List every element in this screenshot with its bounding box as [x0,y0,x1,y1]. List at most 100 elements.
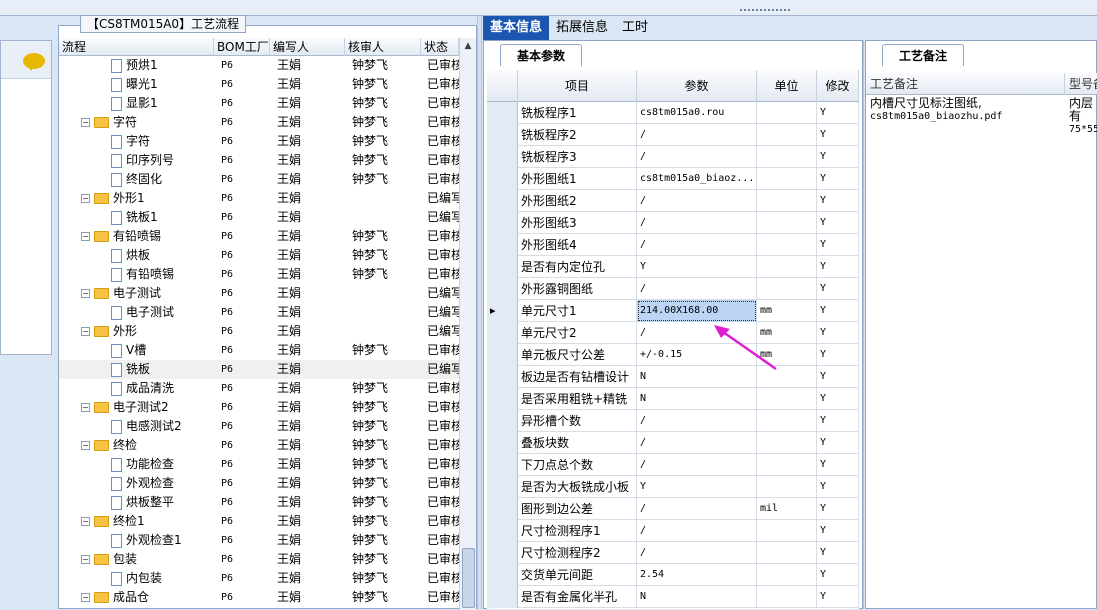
cell-modify[interactable]: Y [817,300,859,322]
tree-node[interactable]: − 外形 [81,322,137,341]
param-row[interactable]: 是否有金属化半孔 N Y [487,586,859,608]
col-header-item[interactable]: 项目 [518,70,637,102]
tree-node[interactable]: − 终检 [81,436,137,455]
cell-unit[interactable] [757,234,817,256]
tree-node[interactable]: 烘板整平 [111,493,174,512]
collapse-icon[interactable]: − [81,517,90,526]
param-row[interactable]: 尺寸检测程序1/ Y [487,520,859,542]
row-indicator[interactable] [487,454,518,476]
tree-node[interactable]: − 字符 [81,113,137,132]
row-indicator[interactable] [487,388,518,410]
row-indicator[interactable] [487,586,518,608]
tree-row[interactable]: 烘板 P6 王娟 钟梦飞 已审核 [59,246,459,265]
scroll-up-icon[interactable]: ▲ [460,38,476,54]
tree-node[interactable]: − 终检1 [81,512,145,531]
cell-modify[interactable]: Y [817,256,859,278]
row-indicator[interactable] [487,234,518,256]
cell-unit[interactable] [757,410,817,432]
cell-param[interactable]: / [637,124,757,146]
tree-node[interactable]: 外观检查 [111,474,174,493]
tree-node[interactable]: − 包装 [81,550,137,569]
collapse-icon[interactable]: − [81,593,90,602]
cell-modify[interactable]: Y [817,476,859,498]
tree-row[interactable]: 电感测试2 P6 王娟 钟梦飞 已审核 [59,417,459,436]
cell-unit[interactable]: mm [757,344,817,366]
col-header-model-note[interactable]: 型号备 [1065,73,1097,95]
tree-node[interactable]: 终固化 [111,170,162,189]
tree-row[interactable]: − 有铅喷锡 P6 王娟 钟梦飞 已审核 [59,227,459,246]
tree-row[interactable]: 铣板 P6 王娟 已编写 [59,360,459,379]
row-indicator[interactable] [487,432,518,454]
tree-node[interactable]: − 电子测试2 [81,398,169,417]
param-row[interactable]: 下刀点总个数 / Y [487,454,859,476]
tree-node[interactable]: V槽 [111,341,146,360]
cell-param[interactable]: / [637,278,757,300]
col-header-status[interactable]: 状态 [421,38,459,56]
tree-row[interactable]: 显影1 P6 王娟 钟梦飞 已审核 [59,94,459,113]
cell-unit[interactable] [757,432,817,454]
cell-unit[interactable] [757,366,817,388]
row-indicator[interactable] [487,256,518,278]
cell-param[interactable]: / [637,234,757,256]
cell-modify[interactable]: Y [817,102,859,124]
tree-scrollbar[interactable]: ▲ [459,38,476,610]
tab-extended-info[interactable]: 拓展信息 [549,16,615,40]
cell-modify[interactable]: Y [817,168,859,190]
param-row[interactable]: 异形槽个数 / Y [487,410,859,432]
cell-unit[interactable]: mm [757,322,817,344]
process-note-cell[interactable]: 内槽尺寸见标注图纸, cs8tm015a0_biaozhu.pdf [870,97,1064,123]
row-indicator[interactable] [487,520,518,542]
cell-unit[interactable] [757,586,817,608]
cell-param[interactable]: / [637,212,757,234]
tree-node[interactable]: 成品清洗 [111,379,174,398]
cell-modify[interactable]: Y [817,564,859,586]
tab-work-hours[interactable]: 工时 [615,16,655,40]
tree-row[interactable]: 有铅喷锡 P6 王娟 钟梦飞 已审核 [59,265,459,284]
tree-row[interactable]: − 包装 P6 王娟 钟梦飞 已审核 [59,550,459,569]
param-row[interactable]: 单元板尺寸公差 +/-0.15 mm Y [487,344,859,366]
tree-row[interactable]: − 终检 P6 王娟 钟梦飞 已审核 [59,436,459,455]
tab-process-notes[interactable]: 工艺备注 [882,44,965,66]
tree-row[interactable]: − 外形 P6 王娟 已编写 [59,322,459,341]
model-note-cell[interactable]: 内层有 75*55 [1069,97,1097,136]
cell-param[interactable]: N [637,388,757,410]
tree-row[interactable]: − 字符 P6 王娟 钟梦飞 已审核 [59,113,459,132]
tree-row[interactable]: 曝光1 P6 王娟 钟梦飞 已审核 [59,75,459,94]
param-row[interactable]: 单元尺寸2/mm Y [487,322,859,344]
tree-row[interactable]: 印序列号 P6 王娟 钟梦飞 已审核 [59,151,459,170]
tree-node[interactable]: 内包装 [111,569,162,588]
tree-row[interactable]: V槽 P6 王娟 钟梦飞 已审核 [59,341,459,360]
col-header-modify[interactable]: 修改 [817,70,859,102]
cell-unit[interactable] [757,168,817,190]
cell-unit[interactable]: mil [757,498,817,520]
cell-modify[interactable]: Y [817,278,859,300]
cell-unit[interactable] [757,124,817,146]
collapse-icon[interactable]: − [81,232,90,241]
tree-row[interactable]: 外观检查1 P6 王娟 钟梦飞 已审核 [59,531,459,550]
tree-row[interactable]: 外观检查 P6 王娟 钟梦飞 已审核 [59,474,459,493]
tree-row[interactable]: − 电子测试 P6 王娟 已编写 [59,284,459,303]
cell-param[interactable]: / [637,542,757,564]
tab-basic-params[interactable]: 基本参数 [500,44,583,66]
cell-modify[interactable]: Y [817,388,859,410]
scroll-thumb[interactable] [462,548,475,608]
cell-modify[interactable]: Y [817,586,859,608]
tree-node[interactable]: − 成品仓 [81,588,149,607]
cell-param[interactable]: N [637,366,757,388]
row-indicator[interactable] [487,322,518,344]
cell-modify[interactable]: Y [817,498,859,520]
cell-unit[interactable]: mm [757,300,817,322]
tree-node[interactable]: 预烘1 [111,56,158,75]
tree-row[interactable]: 成品清洗 P6 王娟 钟梦飞 已审核 [59,379,459,398]
param-row[interactable]: 外形露铜图纸 / Y [487,278,859,300]
cell-param[interactable]: N [637,586,757,608]
tree-row[interactable]: 终固化 P6 王娟 钟梦飞 已审核 [59,170,459,189]
cell-modify[interactable]: Y [817,454,859,476]
param-row[interactable]: 是否有内定位孔 Y Y [487,256,859,278]
tree-node[interactable]: 字符 [111,132,150,151]
param-row[interactable]: 外形图纸2/ Y [487,190,859,212]
param-row[interactable]: 是否采用粗铣+精铣 N Y [487,388,859,410]
cell-param[interactable]: / [637,190,757,212]
tree-node[interactable]: − 外形1 [81,189,145,208]
cell-modify[interactable]: Y [817,234,859,256]
